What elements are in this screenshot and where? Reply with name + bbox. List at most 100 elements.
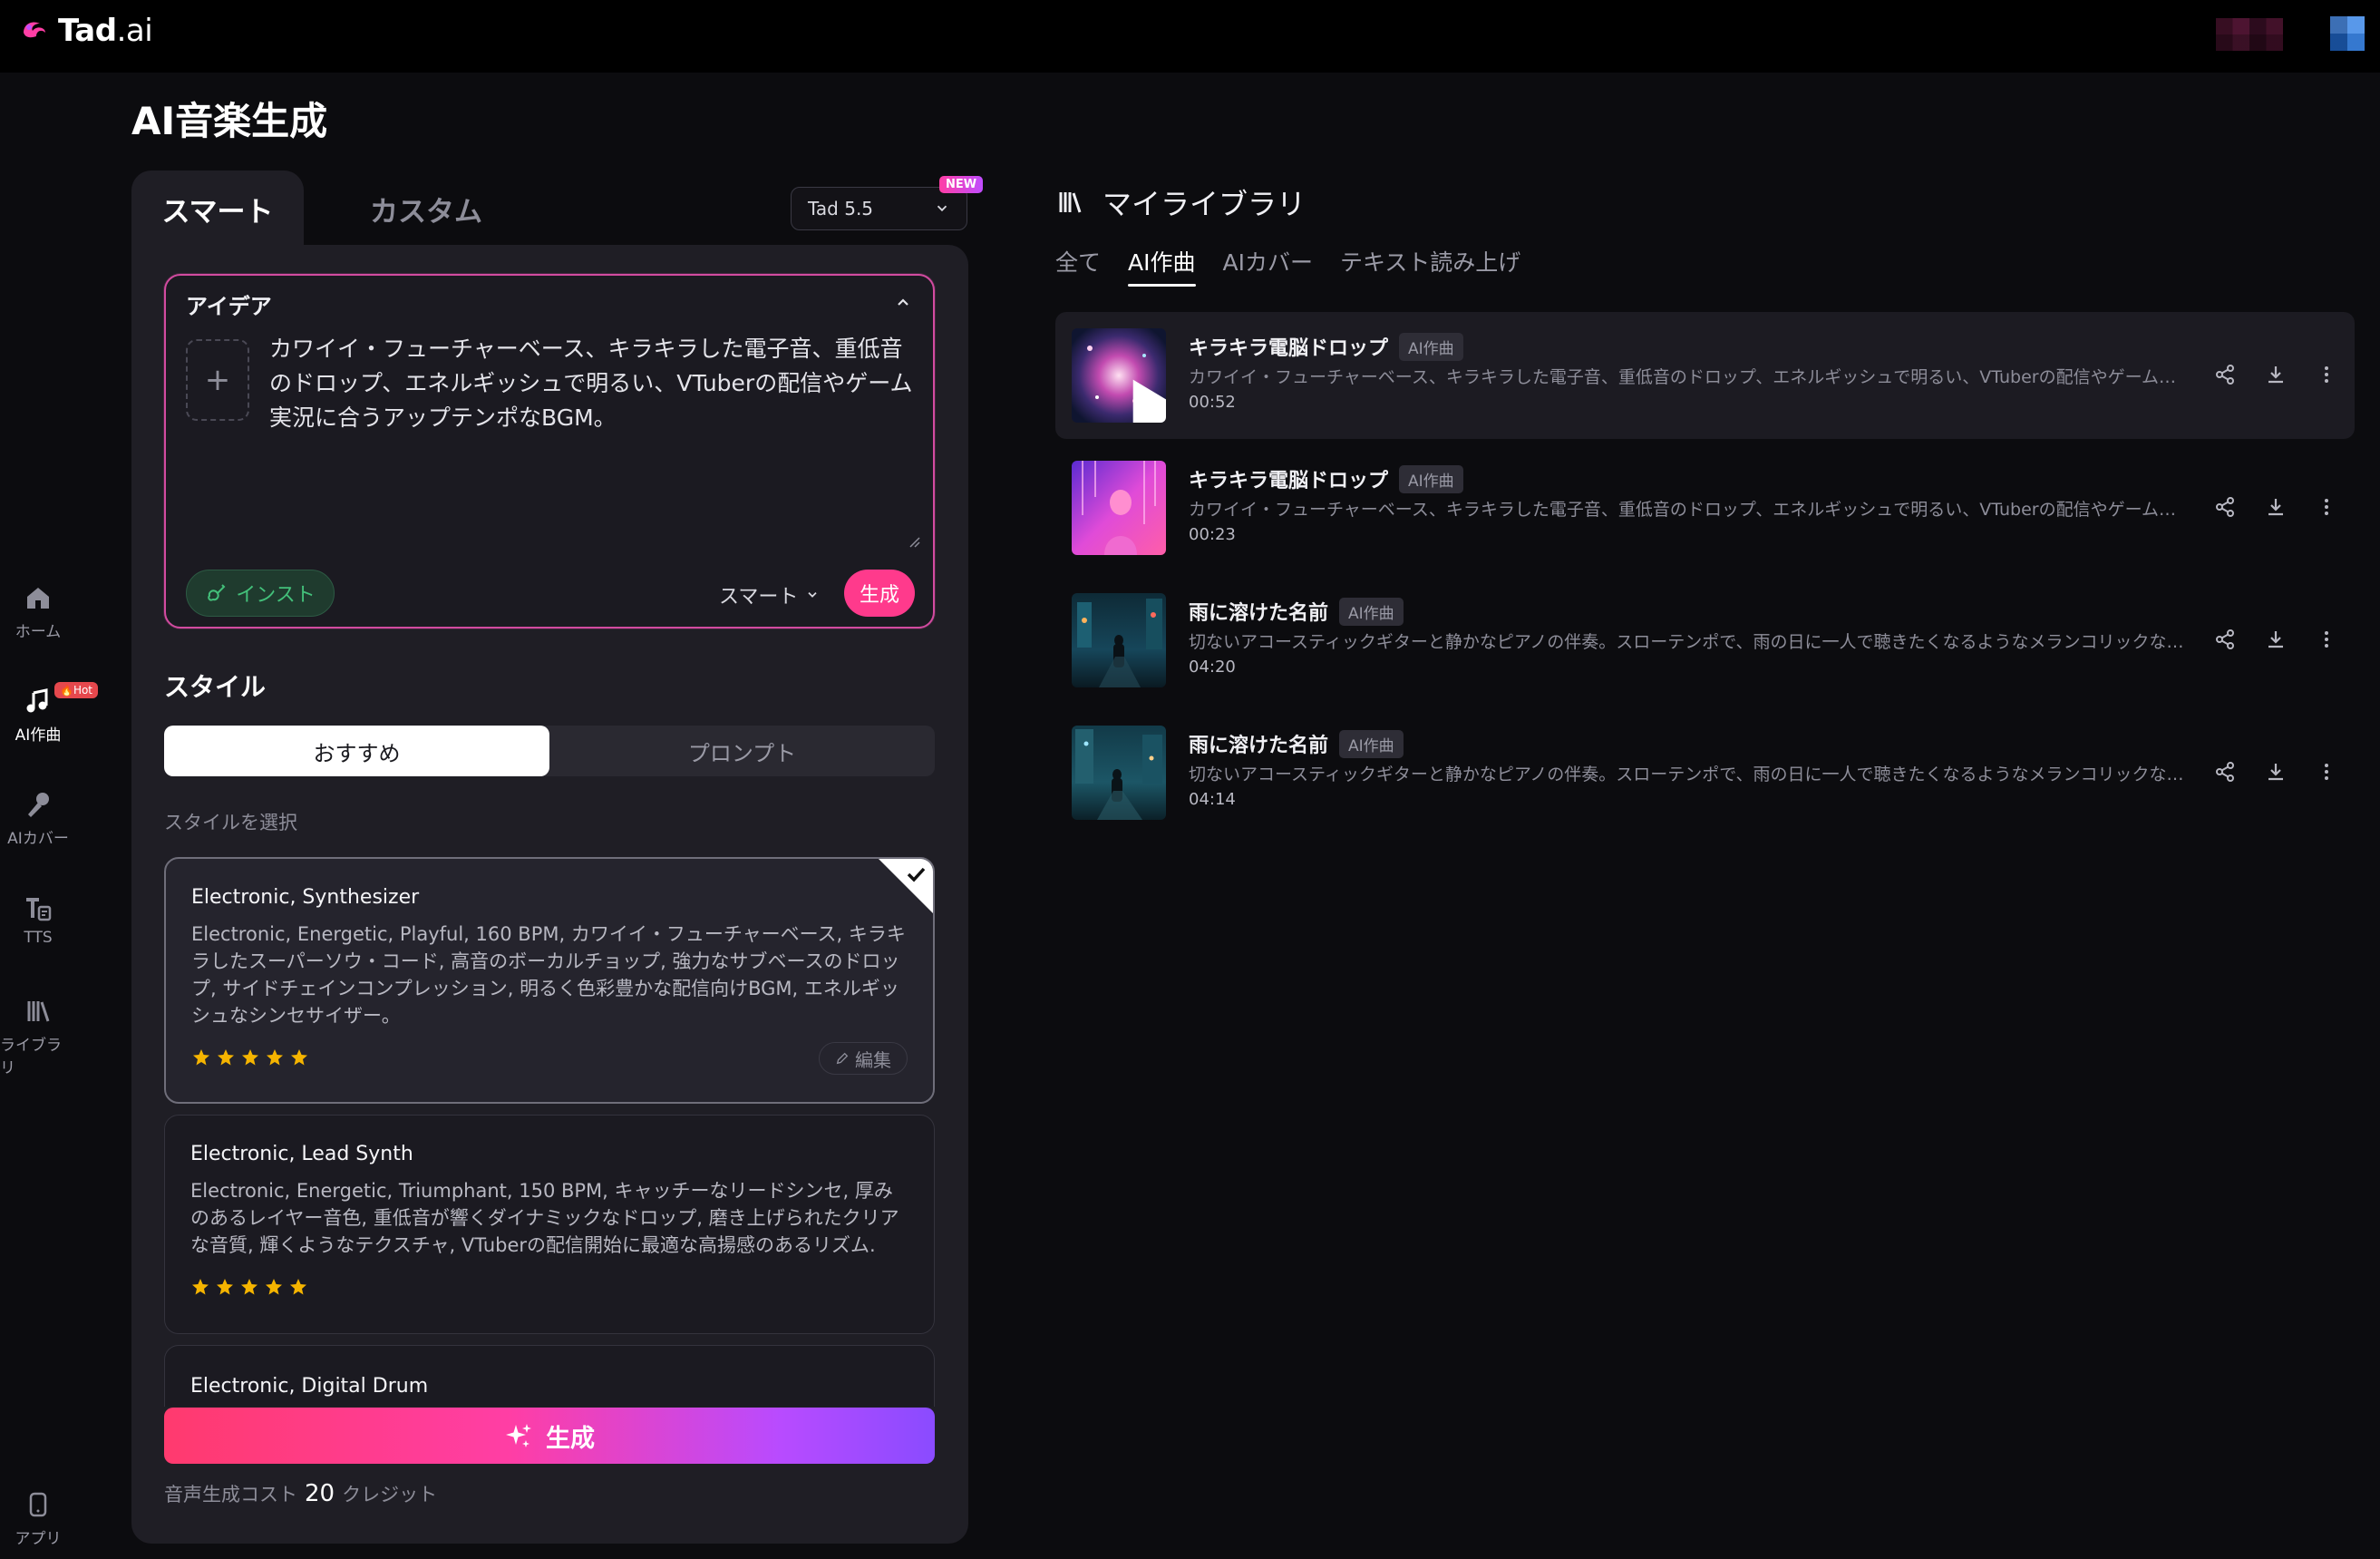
more-icon[interactable]: [2315, 760, 2338, 784]
music-icon: [26, 688, 48, 713]
logo-mark-icon: [24, 22, 45, 38]
song-row[interactable]: 雨に溶けた名前 AI作曲 切ないアコースティックギターと静かなピアノの伴奏。スロー…: [1055, 709, 2355, 836]
brand-name: Tad: [58, 13, 117, 49]
share-icon[interactable]: [2213, 363, 2237, 386]
cover-art-image: [1072, 726, 1166, 820]
sidebar-item-app[interactable]: アプリ: [0, 1489, 76, 1548]
song-description: 切ないアコースティックギターと静かなピアノの伴奏。スローテンポで、雨の日に一人で…: [1189, 632, 2186, 652]
song-thumbnail[interactable]: [1072, 726, 1166, 820]
idea-box: アイデア + カワイイ・フューチャーベース、キラキラした電子音、重低音のドロップ…: [164, 274, 935, 628]
style-card-title: Electronic, Synthesizer: [191, 886, 420, 909]
tab-ai-compose[interactable]: AI作曲: [1128, 245, 1196, 287]
style-card-desc: Electronic, Energetic, Triumphant, 150 B…: [190, 1180, 899, 1256]
star-icon: [217, 1279, 233, 1295]
brand-suffix: .ai: [116, 13, 153, 49]
seg-prompt[interactable]: プロンプト: [549, 726, 935, 776]
idea-label: アイデア: [186, 294, 272, 319]
instrumental-toggle[interactable]: インスト: [186, 570, 335, 617]
style-card-title: Electronic, Digital Drum: [190, 1375, 429, 1398]
new-badge: NEW: [939, 176, 984, 193]
tab-ai-cover[interactable]: AIカバー: [1223, 245, 1313, 287]
cost-amount: 20: [305, 1480, 335, 1507]
rating-stars: [190, 1277, 308, 1297]
song-row[interactable]: 雨に溶けた名前 AI作曲 切ないアコースティックギターと静かなピアノの伴奏。スロー…: [1055, 577, 2355, 704]
song-thumbnail[interactable]: [1072, 593, 1166, 687]
idea-input[interactable]: カワイイ・フューチャーベース、キラキラした電子音、重低音のドロップ、エネルギッシ…: [269, 332, 913, 435]
mode-dropdown[interactable]: スマート: [719, 580, 820, 609]
library-tabs: 全て AI作曲 AIカバー テキスト読み上げ: [1055, 245, 1520, 287]
mic-icon: [28, 793, 49, 817]
model-value: Tad 5.5: [808, 198, 874, 219]
song-title: 雨に溶けた名前: [1189, 602, 1329, 625]
song-duration: 04:14: [1189, 790, 1236, 809]
song-tag: AI作曲: [1339, 729, 1404, 758]
resize-grip-icon[interactable]: [908, 535, 920, 548]
style-card-lead-synth[interactable]: Electronic, Lead Synth Electronic, Energ…: [164, 1115, 935, 1334]
song-tag: AI作曲: [1399, 464, 1463, 493]
star-icon: [242, 1049, 258, 1066]
star-icon: [241, 1279, 257, 1295]
upload-image-button[interactable]: +: [186, 339, 249, 421]
style-card-digital-drum[interactable]: Electronic, Digital Drum: [164, 1345, 935, 1407]
sidebar-item-ai-compose[interactable]: AI作曲 🔥Hot: [0, 682, 99, 745]
model-select[interactable]: Tad 5.5: [791, 187, 967, 230]
user-credits-area[interactable]: [2216, 18, 2283, 51]
plus-icon: +: [204, 362, 231, 398]
tab-custom[interactable]: カスタム: [340, 171, 512, 247]
generate-lyrics-button[interactable]: 生成: [844, 570, 915, 617]
star-icon: [192, 1279, 209, 1295]
download-icon[interactable]: [2264, 363, 2288, 386]
download-icon[interactable]: [2264, 495, 2288, 519]
edit-style-button[interactable]: 編集: [819, 1042, 908, 1075]
cost-unit: クレジット: [342, 1484, 438, 1505]
song-row[interactable]: キラキラ電脳ドロップ AI作曲 カワイイ・フューチャーベース、キラキラした電子音、…: [1055, 312, 2355, 439]
song-duration: 04:20: [1189, 658, 1236, 677]
generate-label: 生成: [546, 1424, 595, 1453]
sparkle-icon: [506, 1424, 531, 1447]
tab-tts[interactable]: テキスト読み上げ: [1340, 245, 1520, 287]
pencil-icon: [836, 1052, 849, 1065]
sidebar: ホーム AI作曲 🔥Hot AIカバー TTS ライブラリ アプリ: [0, 73, 99, 1559]
seg-recommend[interactable]: おすすめ: [164, 726, 549, 776]
share-icon[interactable]: [2213, 760, 2237, 784]
sidebar-item-home[interactable]: ホーム: [0, 582, 76, 641]
style-card-title: Electronic, Lead Synth: [190, 1143, 413, 1165]
generate-button[interactable]: 生成: [164, 1408, 935, 1464]
sidebar-item-tts[interactable]: TTS: [0, 892, 76, 947]
play-icon[interactable]: [1106, 363, 1166, 423]
tab-smart[interactable]: スマート: [131, 171, 304, 247]
song-tag: AI作曲: [1399, 332, 1463, 361]
song-thumbnail[interactable]: [1072, 461, 1166, 555]
song-thumbnail[interactable]: [1072, 328, 1166, 423]
guitar-icon: [208, 584, 226, 601]
song-title: 雨に溶けた名前: [1189, 735, 1329, 757]
more-icon[interactable]: [2315, 628, 2338, 651]
sidebar-item-label: ホーム: [15, 623, 62, 641]
sidebar-item-ai-cover[interactable]: AIカバー: [0, 789, 76, 848]
share-icon[interactable]: [2213, 628, 2237, 651]
top-bar: Tad.ai: [0, 0, 2380, 73]
more-icon[interactable]: [2315, 495, 2338, 519]
avatar[interactable]: [2330, 16, 2365, 51]
chevron-up-icon[interactable]: [893, 292, 913, 312]
library-icon: [27, 1001, 50, 1022]
hot-badge: 🔥Hot: [54, 682, 99, 698]
check-icon: [907, 867, 926, 882]
style-select-label: スタイルを選択: [164, 812, 297, 833]
sidebar-item-library[interactable]: ライブラリ: [0, 996, 76, 1077]
chevron-down-icon: [808, 591, 817, 598]
more-icon[interactable]: [2315, 363, 2338, 386]
instrumental-label: インスト: [236, 584, 316, 607]
download-icon[interactable]: [2264, 760, 2288, 784]
edit-label: 編集: [855, 1048, 891, 1071]
style-card-synthesizer[interactable]: Electronic, Synthesizer Electronic, Ener…: [164, 857, 935, 1104]
sidebar-item-label: ライブラリ: [0, 1037, 62, 1077]
star-icon: [218, 1049, 234, 1066]
tab-all[interactable]: 全て: [1055, 245, 1101, 287]
share-icon[interactable]: [2213, 495, 2237, 519]
cover-art-image: [1072, 461, 1166, 555]
download-icon[interactable]: [2264, 628, 2288, 651]
song-row[interactable]: キラキラ電脳ドロップ AI作曲 カワイイ・フューチャーベース、キラキラした電子音、…: [1055, 444, 2355, 571]
tts-icon: [26, 898, 52, 921]
logo[interactable]: Tad.ai: [18, 13, 153, 49]
